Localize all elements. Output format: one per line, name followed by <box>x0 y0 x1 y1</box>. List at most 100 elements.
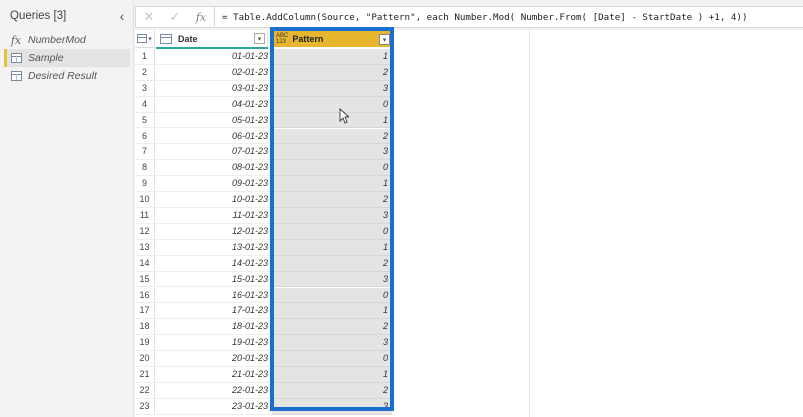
formula-input[interactable]: = Table.AddColumn(Source, "Pattern", eac… <box>218 12 747 23</box>
row-number[interactable]: 22 <box>135 382 155 399</box>
filter-dropdown-icon[interactable]: ▾ <box>379 34 390 45</box>
cell-date[interactable]: 17-01-23 <box>156 303 272 320</box>
cell-pattern[interactable]: 2 <box>272 255 392 272</box>
cell-date[interactable]: 03-01-23 <box>156 81 272 97</box>
table-row: 17 17-01-23 1 <box>135 303 803 320</box>
table-row: 21 21-01-23 1 <box>135 367 803 383</box>
cell-date[interactable]: 11-01-23 <box>156 208 272 224</box>
cell-pattern[interactable]: 0 <box>272 96 392 113</box>
cell-date[interactable]: 06-01-23 <box>156 129 272 145</box>
column-header-pattern[interactable]: ABC 123 Pattern ▾ <box>272 31 392 47</box>
query-item-numbermod[interactable]: fx NumberMod <box>4 31 130 49</box>
row-number[interactable]: 12 <box>135 223 155 240</box>
cell-date[interactable]: 02-01-23 <box>156 65 272 81</box>
cell-pattern[interactable]: 1 <box>272 176 392 193</box>
cell-date[interactable]: 15-01-23 <box>156 272 272 288</box>
row-number[interactable]: 15 <box>135 271 155 288</box>
row-number[interactable]: 16 <box>135 287 155 304</box>
cell-pattern[interactable]: 0 <box>272 223 392 240</box>
column-header-date[interactable]: Date ▾ <box>156 30 268 48</box>
row-number[interactable]: 2 <box>135 64 155 81</box>
insert-function-icon[interactable]: fx <box>188 7 214 27</box>
cell-date[interactable]: 23-01-23 <box>156 399 272 415</box>
cell-pattern[interactable]: 3 <box>272 335 392 352</box>
row-number[interactable]: 6 <box>135 128 155 145</box>
cell-date[interactable]: 14-01-23 <box>156 256 272 272</box>
cell-date[interactable]: 08-01-23 <box>156 160 272 177</box>
row-number[interactable]: 1 <box>135 49 155 65</box>
cell-date[interactable]: 01-01-23 <box>156 49 272 65</box>
data-grid: ▾ Date ▾ ABC 123 Pattern ▾ 1 01-01-23 1 2 02-… <box>135 30 803 417</box>
date-type-icon[interactable] <box>160 33 172 44</box>
cell-pattern[interactable]: 3 <box>272 80 392 97</box>
table-row: 8 08-01-23 0 <box>135 160 803 177</box>
cell-date[interactable]: 10-01-23 <box>156 192 272 208</box>
row-number[interactable]: 14 <box>135 255 155 272</box>
row-number[interactable]: 7 <box>135 144 155 161</box>
row-number[interactable]: 4 <box>135 96 155 113</box>
query-item-sample[interactable]: Sample <box>4 49 130 67</box>
row-number[interactable]: 23 <box>135 398 155 415</box>
collapse-pane-icon[interactable]: ‹ <box>116 9 128 23</box>
row-number[interactable]: 21 <box>135 367 155 383</box>
query-item-desired-result[interactable]: Desired Result <box>4 67 130 85</box>
queries-header: Queries [3] ‹ <box>10 7 128 25</box>
cell-pattern[interactable]: 2 <box>272 319 392 336</box>
row-number[interactable]: 18 <box>135 319 155 336</box>
filter-dropdown-icon[interactable]: ▾ <box>254 33 265 44</box>
formula-separator <box>214 6 215 28</box>
cell-pattern[interactable]: 2 <box>272 192 392 208</box>
table-row: 22 22-01-23 2 <box>135 382 803 399</box>
table-row: 10 10-01-23 2 <box>135 192 803 208</box>
cell-date[interactable]: 19-01-23 <box>156 335 272 352</box>
cell-pattern[interactable]: 1 <box>272 49 392 65</box>
cell-pattern[interactable]: 1 <box>272 239 392 256</box>
cell-date[interactable]: 13-01-23 <box>156 240 272 256</box>
cell-date[interactable]: 07-01-23 <box>156 144 272 161</box>
row-number[interactable]: 19 <box>135 335 155 352</box>
cell-pattern[interactable]: 2 <box>272 64 392 81</box>
cell-pattern[interactable]: 1 <box>272 303 392 320</box>
function-icon: fx <box>10 33 22 47</box>
row-number[interactable]: 17 <box>135 303 155 320</box>
cancel-icon[interactable]: ✕ <box>136 7 162 27</box>
cell-date[interactable]: 04-01-23 <box>156 97 272 113</box>
cell-pattern[interactable]: 2 <box>272 128 392 145</box>
row-number[interactable]: 20 <box>135 351 155 367</box>
cell-pattern[interactable]: 2 <box>272 382 392 399</box>
cell-date[interactable]: 20-01-23 <box>156 351 272 367</box>
row-number[interactable]: 10 <box>135 192 155 208</box>
row-number[interactable]: 13 <box>135 239 155 256</box>
row-number[interactable]: 3 <box>135 80 155 97</box>
cell-date[interactable]: 22-01-23 <box>156 383 272 399</box>
table-row: 19 19-01-23 3 <box>135 335 803 352</box>
cell-pattern[interactable]: 0 <box>272 351 392 367</box>
any-type-icon[interactable]: ABC 123 <box>276 33 288 45</box>
cell-date[interactable]: 09-01-23 <box>156 176 272 193</box>
cell-pattern[interactable]: 1 <box>272 112 392 129</box>
row-number[interactable]: 11 <box>135 208 155 224</box>
cell-pattern[interactable]: 3 <box>272 271 392 288</box>
table-menu-button[interactable]: ▾ <box>135 30 155 48</box>
cell-pattern[interactable]: 3 <box>272 208 392 224</box>
grid-divider <box>529 30 530 417</box>
column-header-label: Pattern <box>292 34 324 44</box>
table-row: 7 07-01-23 3 <box>135 144 803 161</box>
query-label: Desired Result <box>28 70 97 82</box>
cell-pattern[interactable]: 3 <box>272 144 392 161</box>
cell-pattern[interactable]: 1 <box>272 367 392 383</box>
cell-date[interactable]: 05-01-23 <box>156 113 272 129</box>
table-row: 9 09-01-23 1 <box>135 176 803 193</box>
cell-pattern[interactable]: 3 <box>272 398 392 415</box>
cell-date[interactable]: 21-01-23 <box>156 367 272 383</box>
cell-date[interactable]: 12-01-23 <box>156 224 272 240</box>
row-number[interactable]: 9 <box>135 176 155 193</box>
cell-date[interactable]: 16-01-23 <box>156 288 272 304</box>
row-number[interactable]: 8 <box>135 160 155 177</box>
row-number[interactable]: 5 <box>135 112 155 129</box>
cell-date[interactable]: 18-01-23 <box>156 319 272 336</box>
cell-pattern[interactable]: 0 <box>272 287 392 304</box>
commit-icon[interactable]: ✓ <box>162 7 188 27</box>
cell-pattern[interactable]: 0 <box>272 160 392 177</box>
table-row: 2 02-01-23 2 <box>135 64 803 81</box>
